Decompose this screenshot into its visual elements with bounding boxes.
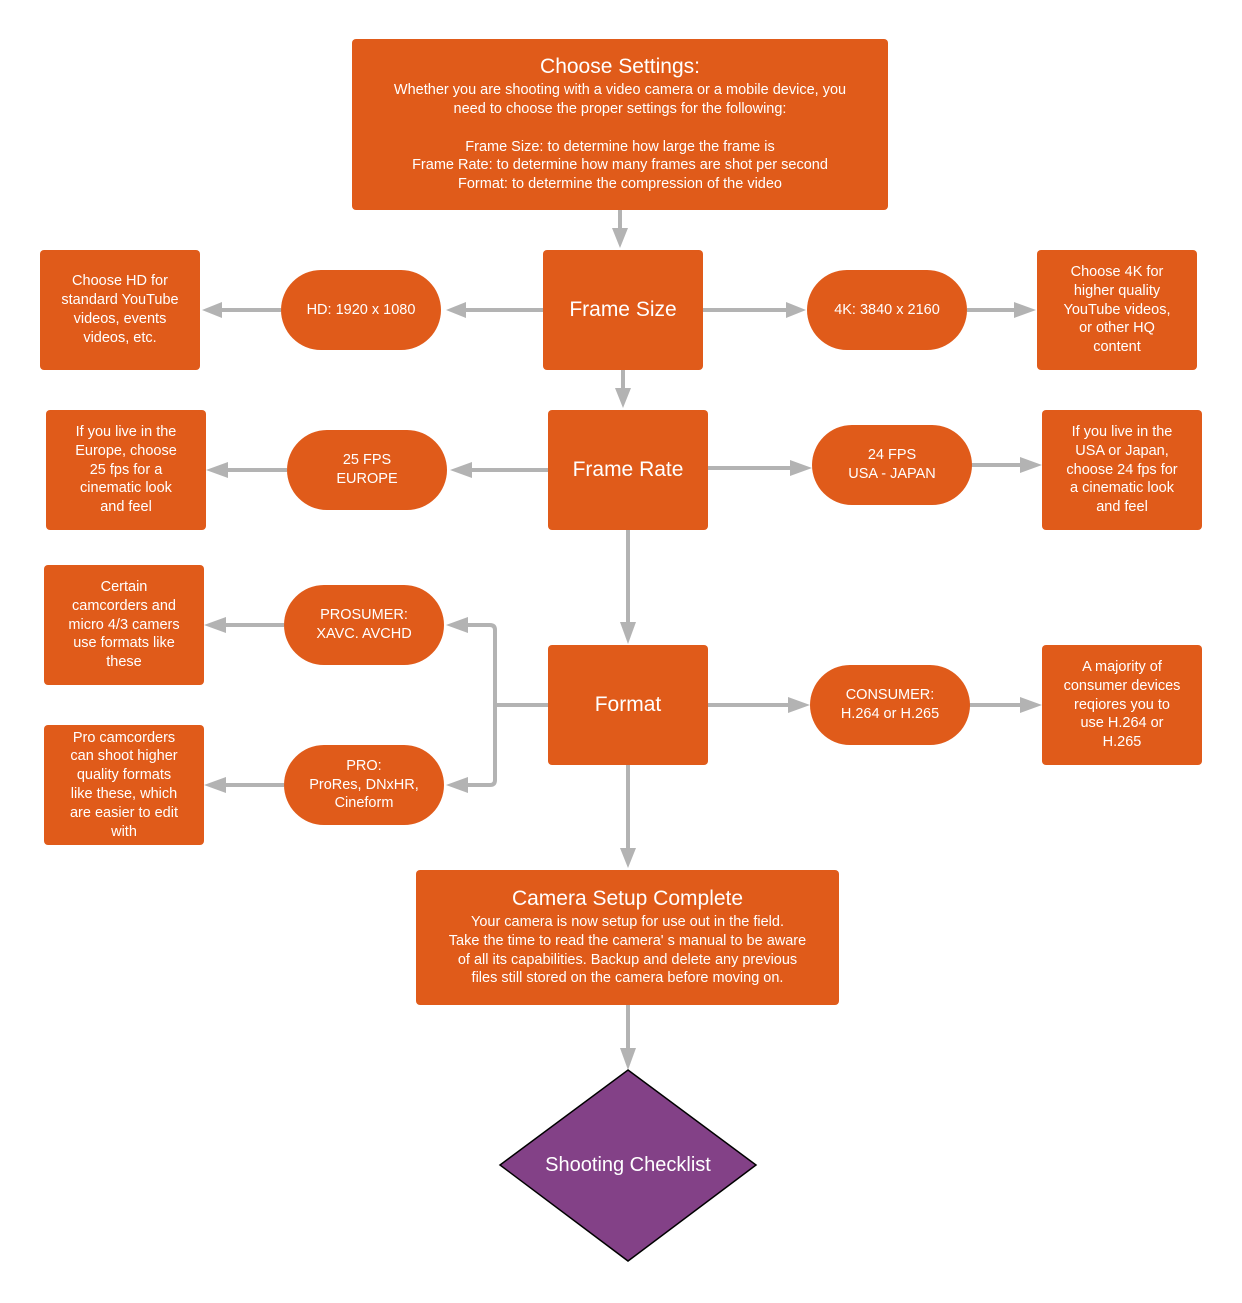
arrowhead bbox=[202, 302, 222, 318]
connector-format-to-pro-branch bbox=[466, 623, 548, 787]
prosumer-note-text: Certain camcorders and micro 4/3 camers … bbox=[68, 579, 180, 671]
24fps-note-text: If you live in the USA or Japan, choose … bbox=[1066, 424, 1178, 516]
consumer-note-box: A majority of consumer devices reqiores … bbox=[1042, 645, 1202, 765]
hd-note-box: Choose HD for standard YouTube videos, e… bbox=[40, 250, 200, 370]
flowchart-canvas: Choose Settings: Whether you are shootin… bbox=[0, 0, 1242, 1303]
pro-option-pill[interactable]: PRO: ProRes, DNxHR, Cineform bbox=[284, 745, 444, 825]
frame-size-box[interactable]: Frame Size bbox=[543, 250, 703, 370]
hd-option-label: HD: 1920 x 1080 bbox=[306, 301, 416, 318]
4k-option-label: 4K: 3840 x 2160 bbox=[834, 301, 940, 318]
choose-settings-title: Choose Settings: bbox=[540, 55, 700, 79]
25fps-note-text: If you live in the Europe, choose 25 fps… bbox=[75, 424, 177, 516]
arrowhead bbox=[615, 388, 631, 408]
choose-settings-body: Whether you are shooting with a video ca… bbox=[393, 82, 847, 193]
format-box[interactable]: Format bbox=[548, 645, 708, 765]
25fps-option-pill[interactable]: 25 FPS EUROPE bbox=[287, 430, 447, 510]
arrowhead bbox=[620, 622, 636, 644]
arrowhead bbox=[206, 462, 228, 478]
arrowhead bbox=[788, 697, 810, 713]
arrowhead bbox=[620, 848, 636, 868]
4k-option-pill[interactable]: 4K: 3840 x 2160 bbox=[807, 270, 967, 350]
arrowhead bbox=[790, 460, 812, 476]
frame-rate-label: Frame Rate bbox=[572, 458, 684, 481]
consumer-note-text: A majority of consumer devices reqiores … bbox=[1063, 659, 1181, 751]
prosumer-option-pill[interactable]: PROSUMER: XAVC. AVCHD bbox=[284, 585, 444, 665]
24fps-option-pill[interactable]: 24 FPS USA - JAPAN bbox=[812, 425, 972, 505]
pro-note-text: Pro camcorders can shoot higher quality … bbox=[69, 729, 178, 840]
4k-note-text: Choose 4K for higher quality YouTube vid… bbox=[1063, 264, 1171, 356]
arrowhead bbox=[450, 462, 472, 478]
25fps-note-box: If you live in the Europe, choose 25 fps… bbox=[46, 410, 206, 530]
consumer-option-label: CONSUMER: H.264 or H.265 bbox=[840, 687, 940, 722]
25fps-option-label: 25 FPS EUROPE bbox=[336, 452, 398, 487]
24fps-note-box: If you live in the USA or Japan, choose … bbox=[1042, 410, 1202, 530]
arrowhead bbox=[204, 617, 226, 633]
arrowhead bbox=[446, 302, 466, 318]
4k-note-box: Choose 4K for higher quality YouTube vid… bbox=[1037, 250, 1197, 370]
frame-size-label: Frame Size bbox=[569, 298, 677, 321]
arrowhead bbox=[1020, 697, 1042, 713]
pro-note-box: Pro camcorders can shoot higher quality … bbox=[44, 725, 204, 845]
pro-option-label: PRO: ProRes, DNxHR, Cineform bbox=[309, 757, 419, 812]
hd-option-pill[interactable]: HD: 1920 x 1080 bbox=[281, 270, 441, 350]
arrowhead bbox=[620, 1048, 636, 1070]
format-label: Format bbox=[594, 693, 662, 716]
arrowhead bbox=[204, 777, 226, 793]
hd-note-text: Choose HD for standard YouTube videos, e… bbox=[61, 273, 179, 346]
arrowhead bbox=[446, 617, 468, 633]
arrowhead bbox=[1020, 457, 1042, 473]
setup-complete-body: Your camera is now setup for use out in … bbox=[448, 913, 807, 987]
arrowhead bbox=[612, 228, 628, 248]
prosumer-option-label: PROSUMER: XAVC. AVCHD bbox=[316, 607, 412, 642]
prosumer-note-box: Certain camcorders and micro 4/3 camers … bbox=[44, 565, 204, 685]
consumer-option-pill[interactable]: CONSUMER: H.264 or H.265 bbox=[810, 665, 970, 745]
frame-rate-box[interactable]: Frame Rate bbox=[548, 410, 708, 530]
arrowhead bbox=[1014, 302, 1036, 318]
setup-complete-box[interactable]: Camera Setup Complete Your camera is now… bbox=[416, 870, 839, 1005]
setup-complete-title: Camera Setup Complete bbox=[511, 886, 744, 910]
arrowhead bbox=[446, 777, 468, 793]
arrowhead bbox=[786, 302, 806, 318]
shooting-checklist-label: Shooting Checklist bbox=[545, 1154, 711, 1176]
choose-settings-box[interactable]: Choose Settings: Whether you are shootin… bbox=[352, 39, 888, 210]
24fps-option-label: 24 FPS USA - JAPAN bbox=[848, 447, 936, 482]
